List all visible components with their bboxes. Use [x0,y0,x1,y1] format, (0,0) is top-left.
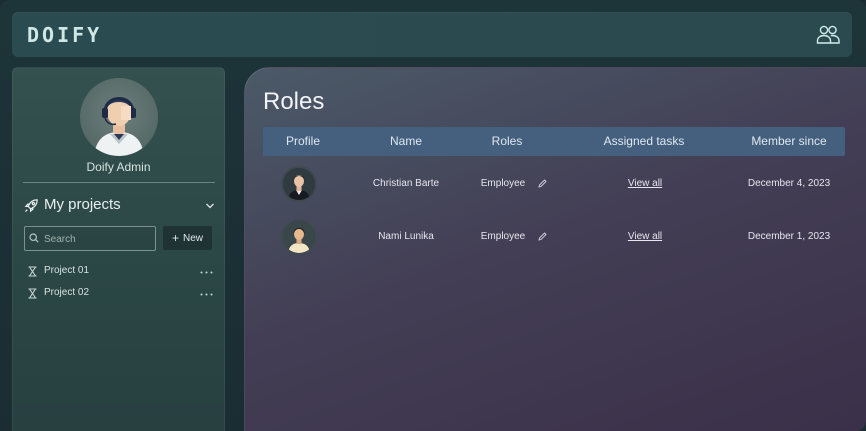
view-tasks-cell: View all [615,178,675,189]
project-search [24,226,156,252]
new-button-label: New [183,232,204,244]
table-row: Nami Lunika Employee View all December 1… [263,219,845,259]
table-row: Christian Barte Employee View all Decemb… [263,166,845,206]
hourglass-icon [28,288,37,299]
admin-avatar-illustration [94,97,144,156]
search-icon [29,233,39,243]
column-header-roles: Roles [491,134,523,148]
view-all-tasks-link[interactable]: View all [628,231,662,242]
project-label: Project 02 [44,287,90,298]
column-header-member-since: Member since [751,134,827,148]
member-role: Employee [480,178,526,189]
sidebar-divider [23,182,215,183]
page-title: Roles [263,88,325,115]
new-project-button[interactable]: + New [163,226,212,250]
avatar-photo [283,168,315,200]
plus-icon: + [171,231,179,245]
member-name: Christian Barte [372,178,440,189]
users-icon[interactable] [816,22,840,46]
member-role: Employee [480,231,526,242]
edit-role-icon[interactable] [538,179,547,188]
view-tasks-cell: View all [615,231,675,242]
search-input[interactable] [42,227,154,252]
avatar-photo [283,221,315,253]
more-options-icon[interactable] [200,271,213,274]
chevron-down-icon [206,203,214,209]
sidebar-item-project-02[interactable]: Project 02 [27,285,213,303]
sidebar-item-project-01[interactable]: Project 01 [27,263,213,281]
member-since: December 4, 2023 [747,178,831,189]
user-avatar [281,219,317,255]
member-since: December 1, 2023 [747,231,831,242]
projects-toggle[interactable]: My projects [23,195,217,217]
view-all-tasks-link[interactable]: View all [628,178,662,189]
column-header-name: Name [389,134,422,148]
hourglass-icon [28,266,37,277]
column-header-assigned-tasks: Assigned tasks [603,134,685,148]
app-logo: DOIFY [27,23,103,47]
rocket-icon [24,199,38,213]
admin-avatar [80,78,158,156]
sidebar: Doify Admin My projects + Ne [12,67,225,431]
project-label: Project 01 [44,265,90,276]
main-panel: Roles Profile Name Roles Assigned tasks … [244,67,866,431]
column-header-profile: Profile [285,134,320,148]
member-name: Nami Lunika [378,231,434,242]
admin-name: Doify Admin [86,160,151,174]
edit-role-icon[interactable] [538,232,547,241]
projects-title: My projects [44,196,121,213]
more-options-icon[interactable] [200,293,213,296]
user-avatar [281,166,317,202]
top-bar: DOIFY [12,12,852,57]
app-window: DOIFY Doify Admin My projects Search + N… [0,0,866,431]
table-header: Profile Name Roles Assigned tasks Member… [263,127,845,156]
